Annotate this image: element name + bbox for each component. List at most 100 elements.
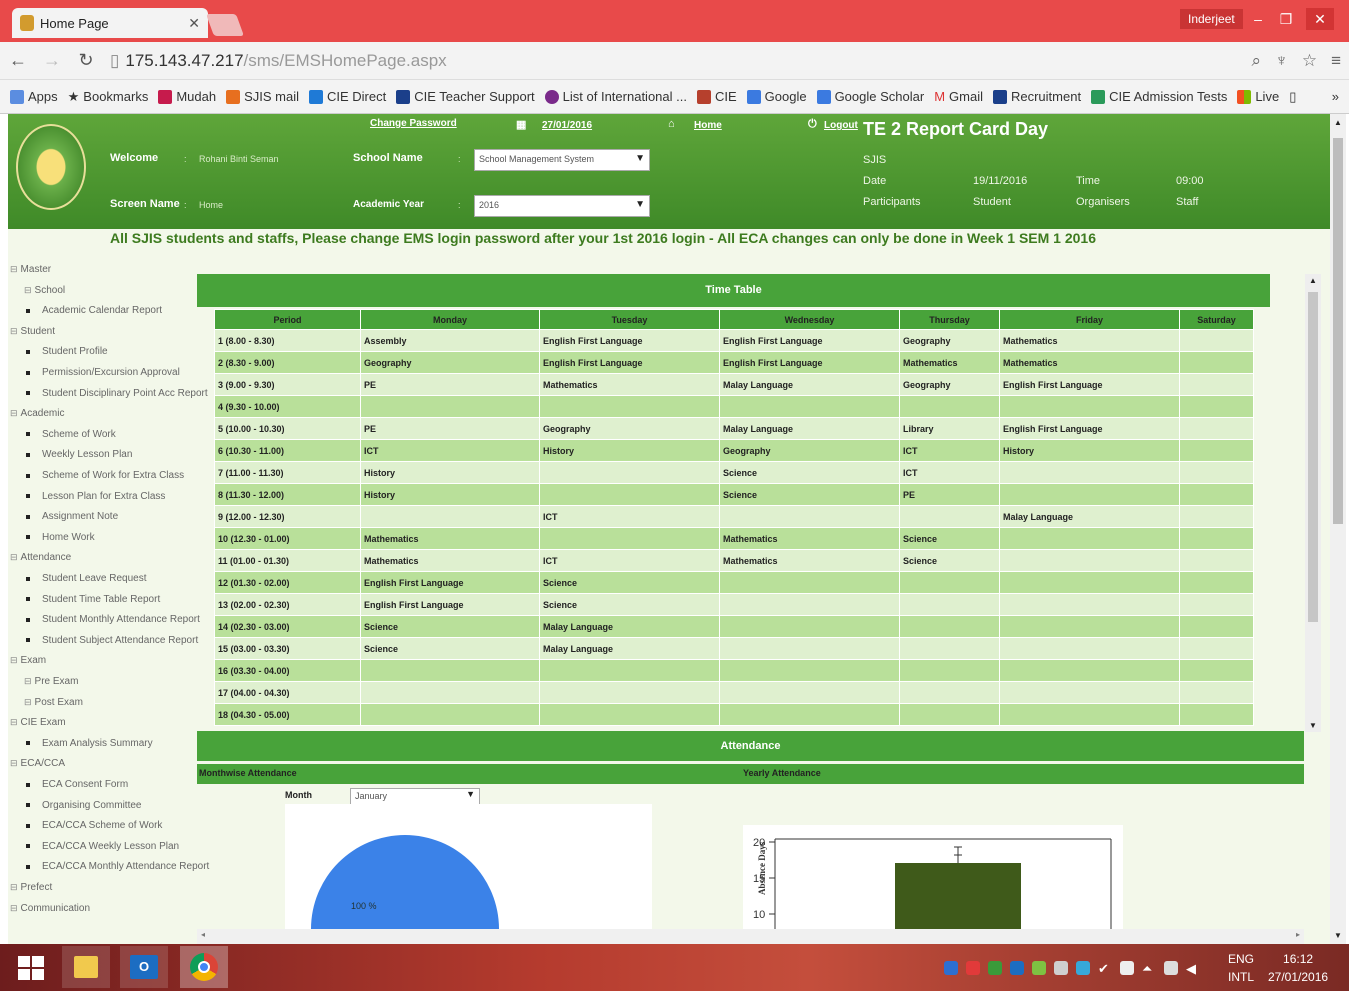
sidebar-item[interactable]: Student Leave Request [26, 573, 147, 584]
sidebar-item[interactable]: ⊟ ECA/CCA [10, 758, 65, 769]
bookmark-gmail[interactable]: M Gmail [934, 89, 983, 104]
sidebar-item[interactable]: ⊟ Exam [10, 655, 46, 666]
sidebar-item[interactable]: Academic Calendar Report [26, 305, 162, 316]
expand-toggle-icon[interactable]: ⊟ [10, 758, 18, 769]
logout-link[interactable]: Logout [824, 120, 858, 131]
sidebar-item[interactable]: Scheme of Work [26, 429, 116, 440]
menu-icon[interactable]: ≡ [1331, 51, 1341, 71]
tab-close-icon[interactable]: ✕ [188, 15, 200, 32]
current-date-link[interactable]: 27/01/2016 [542, 120, 592, 131]
star-icon[interactable]: ☆ [1302, 51, 1317, 71]
sidebar-item[interactable]: Student Disciplinary Point Acc Report [26, 388, 208, 399]
month-select[interactable]: January ▼ [350, 788, 480, 805]
sidebar-item[interactable]: Home Work [26, 532, 95, 543]
bluetooth-icon[interactable] [944, 961, 958, 975]
bookmark-mudah[interactable]: Mudah [158, 89, 216, 104]
bookmark-cie-admission-tests[interactable]: CIE Admission Tests [1091, 89, 1227, 104]
sidebar-item[interactable]: ECA/CCA Weekly Lesson Plan [26, 841, 179, 852]
sidebar-item[interactable]: Permission/Excursion Approval [26, 367, 180, 378]
outlook-icon[interactable]: O [120, 946, 168, 988]
language-indicator[interactable]: ENG INTL [1228, 950, 1254, 986]
bookmark-bookmarks[interactable]: ★ Bookmarks [68, 89, 149, 105]
change-password-link[interactable]: Change Password [370, 118, 457, 129]
scroll-up-icon[interactable]: ▲ [1334, 118, 1342, 127]
network-icon[interactable] [1164, 961, 1178, 975]
scrollbar-thumb[interactable] [1308, 292, 1318, 622]
sidebar-item[interactable]: Student Monthly Attendance Report [26, 614, 200, 625]
bookmark-google-scholar[interactable]: Google Scholar [816, 89, 924, 104]
bookmark-live[interactable]: Live [1237, 89, 1279, 104]
system-clock[interactable]: 16:12 27/01/2016 [1268, 950, 1328, 986]
tray-app-icon[interactable] [988, 961, 1002, 975]
bookmark-list-international[interactable]: List of International ... [544, 89, 687, 104]
sidebar-item[interactable]: ⊟ Student [10, 326, 55, 337]
bookmark-cie-direct[interactable]: CIE Direct [308, 89, 386, 104]
sidebar-item[interactable]: ⊟ Communication [10, 903, 90, 914]
expand-toggle-icon[interactable]: ⊟ [24, 285, 32, 296]
scroll-right-icon[interactable]: ▸ [1296, 930, 1300, 939]
windows-start-icon[interactable] [18, 956, 44, 980]
sidebar-item[interactable]: Assignment Note [26, 511, 118, 522]
sidebar-item[interactable]: Exam Analysis Summary [26, 738, 153, 749]
expand-toggle-icon[interactable]: ⊟ [10, 903, 18, 914]
volume-icon[interactable]: ◀ [1186, 961, 1200, 976]
sidebar-item[interactable]: Weekly Lesson Plan [26, 449, 132, 460]
bookmark-cie[interactable]: CIE [696, 89, 737, 104]
sidebar-item[interactable]: Scheme of Work for Extra Class [26, 470, 184, 481]
scroll-up-icon[interactable]: ▲ [1309, 276, 1317, 285]
forward-arrow-icon[interactable]: → [42, 50, 62, 71]
chrome-taskbar-icon[interactable] [180, 946, 228, 988]
sidebar-item[interactable]: ECA/CCA Scheme of Work [26, 820, 162, 831]
close-window-icon[interactable]: ✕ [1306, 8, 1334, 30]
expand-toggle-icon[interactable]: ⊟ [10, 717, 18, 728]
scroll-down-icon[interactable]: ▼ [1334, 931, 1342, 940]
restore-icon[interactable]: ❐ [1272, 8, 1300, 30]
more-bookmarks-icon[interactable]: » [1332, 89, 1339, 104]
tray-app-icon[interactable] [1054, 961, 1068, 975]
sidebar-item[interactable]: Student Profile [26, 346, 108, 357]
extension-icon[interactable]: ♆ [1275, 51, 1288, 71]
sidebar-item[interactable]: ⊟ Prefect [10, 882, 52, 893]
antivirus-icon[interactable] [966, 961, 980, 975]
expand-toggle-icon[interactable]: ⊟ [24, 676, 32, 687]
sidebar-item[interactable]: ⊟ CIE Exam [10, 717, 66, 728]
bookmark-sjis-mail[interactable]: SJIS mail [226, 89, 299, 104]
up-arrow-icon[interactable]: ⏶ [1142, 961, 1156, 976]
expand-toggle-icon[interactable]: ⊟ [10, 408, 18, 419]
bookmark-recruitment[interactable]: Recruitment [992, 89, 1081, 104]
reload-icon[interactable]: ↻ [76, 50, 96, 71]
sidebar-item[interactable]: ⊟ Attendance [10, 552, 71, 563]
sidebar-item[interactable]: ⊟ Post Exam [24, 697, 83, 708]
scroll-left-icon[interactable]: ◂ [201, 930, 205, 939]
file-explorer-icon[interactable] [62, 946, 110, 988]
sidebar-item[interactable]: Organising Committee [26, 800, 141, 811]
sidebar-item[interactable]: ECA/CCA Monthly Attendance Report [26, 861, 209, 872]
sidebar-item[interactable]: ⊟ School [24, 285, 65, 296]
scroll-down-icon[interactable]: ▼ [1309, 721, 1317, 730]
expand-toggle-icon[interactable]: ⊟ [10, 552, 18, 563]
sidebar-item[interactable]: Student Subject Attendance Report [26, 635, 198, 646]
bookmark-page[interactable]: ▯ [1289, 89, 1296, 105]
new-tab-button[interactable] [205, 14, 245, 36]
outlook-tray-icon[interactable] [1010, 961, 1024, 975]
back-arrow-icon[interactable]: ← [8, 50, 28, 71]
zoom-icon[interactable]: ⌕ [1252, 51, 1262, 71]
expand-toggle-icon[interactable]: ⊟ [10, 264, 18, 275]
bookmark-cie-teacher-support[interactable]: CIE Teacher Support [396, 89, 535, 104]
home-link[interactable]: Home [694, 120, 722, 131]
address-bar[interactable]: ▯ 175.143.47.217 /sms/EMSHomePage.aspx [110, 47, 1238, 75]
sidebar-item[interactable]: ⊟ Master [10, 264, 51, 275]
bookmark-google[interactable]: Google [746, 89, 807, 104]
browser-tab[interactable]: Home Page ✕ [12, 8, 208, 38]
check-icon[interactable]: ✔ [1098, 961, 1112, 976]
academic-year-select[interactable]: 2016 ▼ [474, 195, 650, 217]
expand-toggle-icon[interactable]: ⊟ [24, 697, 32, 708]
cloud-icon[interactable] [1076, 961, 1090, 975]
school-name-select[interactable]: School Management System ▼ [474, 149, 650, 171]
expand-toggle-icon[interactable]: ⊟ [10, 326, 18, 337]
sidebar-item[interactable]: Lesson Plan for Extra Class [26, 491, 165, 502]
profile-button[interactable]: Inderjeet [1180, 9, 1243, 29]
minimize-icon[interactable]: – [1244, 8, 1272, 30]
expand-toggle-icon[interactable]: ⊟ [10, 882, 18, 893]
sidebar-item[interactable]: ⊟ Pre Exam [24, 676, 78, 687]
